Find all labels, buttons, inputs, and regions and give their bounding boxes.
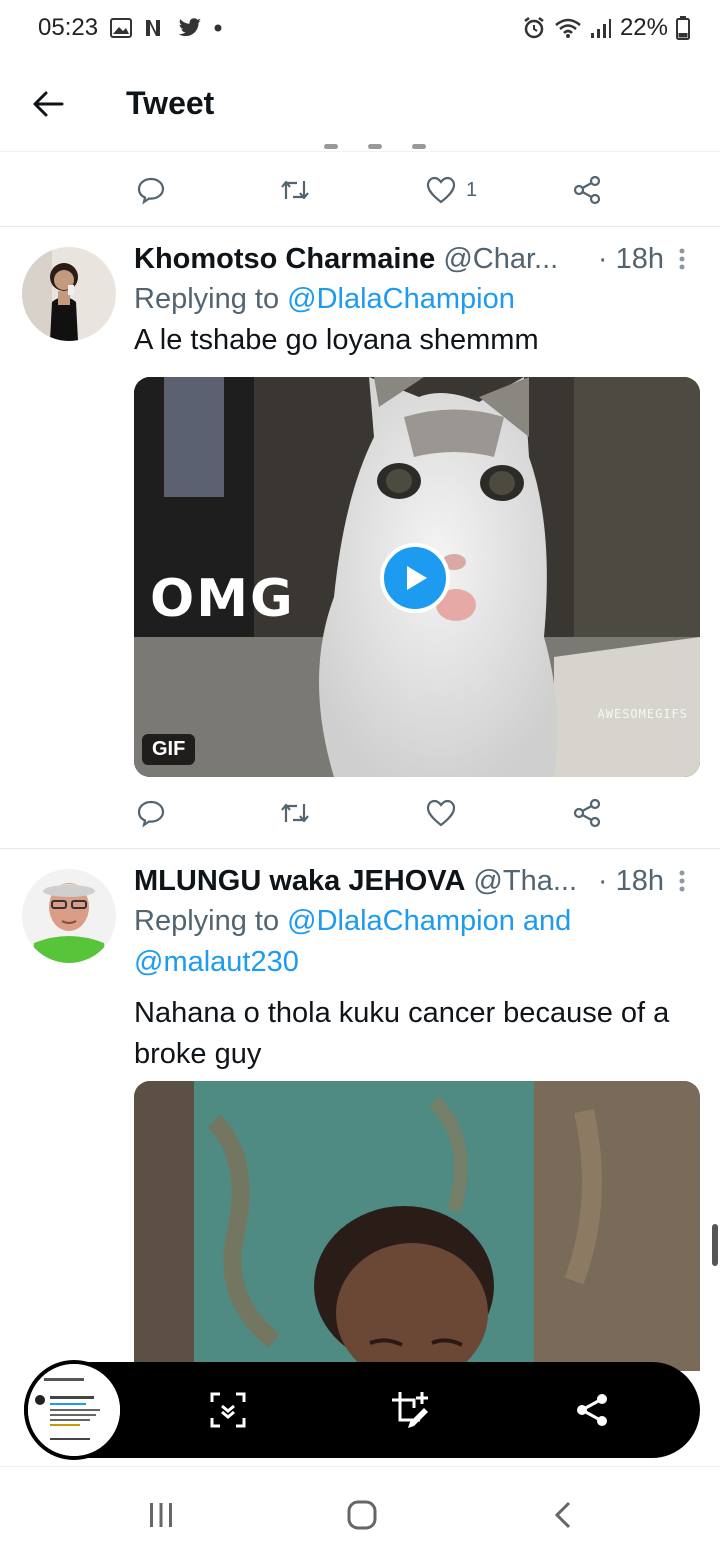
author-handle[interactable]: @Char...: [443, 243, 558, 276]
share-screenshot-button[interactable]: [568, 1386, 616, 1434]
signal-icon: [590, 17, 612, 39]
share-icon: [573, 798, 601, 828]
retweet-icon: [281, 803, 309, 823]
battery-percent: 22%: [619, 14, 668, 41]
tweet[interactable]: Khomotso Charmaine @Char... · 18h Replyi…: [0, 227, 720, 847]
replying-to: Replying to @DlalaChampion: [134, 283, 515, 315]
gif-overlay-text: OMG: [150, 569, 295, 629]
author-handle[interactable]: @Tha...: [473, 865, 577, 898]
mention-link[interactable]: @DlalaChampion: [287, 283, 515, 315]
page-title: Tweet: [126, 85, 215, 121]
gallery-icon: [110, 18, 133, 38]
share-icon: [573, 175, 601, 205]
app-header: Tweet: [0, 56, 720, 152]
back-button[interactable]: [0, 56, 96, 152]
scroll-capture-icon: [210, 1392, 246, 1428]
gif-media[interactable]: OMG AWESOMEGIFS GIF: [134, 377, 700, 777]
previous-tweet-fragment: [324, 144, 426, 149]
more-options-icon[interactable]: [678, 869, 686, 898]
reply-icon: [137, 800, 165, 828]
alarm-icon: [522, 16, 546, 40]
navigation-bar: [0, 1466, 720, 1560]
mention-link[interactable]: @malaut230: [134, 946, 299, 978]
author-name[interactable]: MLUNGU waka JEHOVA: [134, 865, 465, 898]
dot-icon: [214, 24, 222, 32]
retweet-icon: [281, 180, 309, 200]
more-options-icon[interactable]: [678, 247, 686, 276]
mention-link[interactable]: @DlalaChampion and: [287, 905, 571, 937]
play-icon: [407, 566, 427, 590]
home-icon: [347, 1500, 377, 1530]
scrollbar[interactable]: [712, 1224, 718, 1266]
share-button[interactable]: [572, 798, 602, 828]
share-button[interactable]: [572, 175, 602, 205]
netflix-icon: [144, 18, 166, 38]
crop-edit-icon: [392, 1392, 428, 1428]
avatar[interactable]: [22, 247, 116, 341]
like-count: 1: [466, 178, 478, 201]
reply-button[interactable]: [136, 798, 166, 828]
like-button[interactable]: 1: [426, 176, 477, 204]
chevron-left-icon: [554, 1501, 571, 1529]
back-nav-button[interactable]: [541, 1493, 585, 1537]
recent-apps-button[interactable]: [139, 1493, 183, 1537]
crop-edit-button[interactable]: [386, 1386, 434, 1434]
reply-button[interactable]: [136, 175, 166, 205]
heart-icon: [426, 176, 456, 204]
tweet-header: MLUNGU waka JEHOVA @Tha... · 18h: [134, 861, 700, 901]
heart-icon: [426, 799, 456, 827]
image-media[interactable]: [134, 1081, 700, 1371]
share-icon: [577, 1394, 607, 1426]
screenshot-toolbar: [24, 1360, 700, 1460]
home-button[interactable]: [340, 1493, 384, 1537]
gif-watermark: AWESOMEGIFS: [597, 707, 688, 721]
scroll-capture-button[interactable]: [204, 1386, 252, 1434]
tweet-text: A le tshabe go loyana shemmm: [134, 324, 539, 356]
tweet-text: Nahana o thola kuku cancer because of a …: [134, 997, 670, 1070]
tweet-content: MLUNGU waka JEHOVA @Tha... · 18h Replyin…: [134, 861, 700, 1075]
reply-icon: [137, 177, 165, 205]
author-name[interactable]: Khomotso Charmaine: [134, 243, 435, 276]
status-bar: 05:23 22%: [0, 0, 720, 56]
recent-apps-icon: [150, 1503, 172, 1527]
like-button[interactable]: [426, 799, 456, 827]
status-time: 05:23: [38, 14, 99, 41]
avatar[interactable]: [22, 869, 116, 963]
retweet-button[interactable]: [279, 175, 311, 205]
twitter-icon: [178, 18, 202, 38]
arrow-left-icon: [33, 91, 64, 116]
gif-badge: GIF: [142, 734, 196, 765]
screenshot-thumbnail[interactable]: [24, 1360, 124, 1460]
tweet-header: Khomotso Charmaine @Char... · 18h: [134, 239, 700, 279]
play-button[interactable]: [380, 543, 450, 613]
tweet-actions: [134, 789, 614, 837]
wifi-icon: [554, 17, 582, 39]
replying-to: Replying to @DlalaChampion and @malaut230: [134, 905, 572, 978]
battery-icon: [676, 16, 690, 40]
retweet-button[interactable]: [279, 798, 311, 828]
tweet-content: Khomotso Charmaine @Char... · 18h Replyi…: [134, 239, 700, 361]
tweet-actions-previous: 1: [134, 166, 614, 214]
